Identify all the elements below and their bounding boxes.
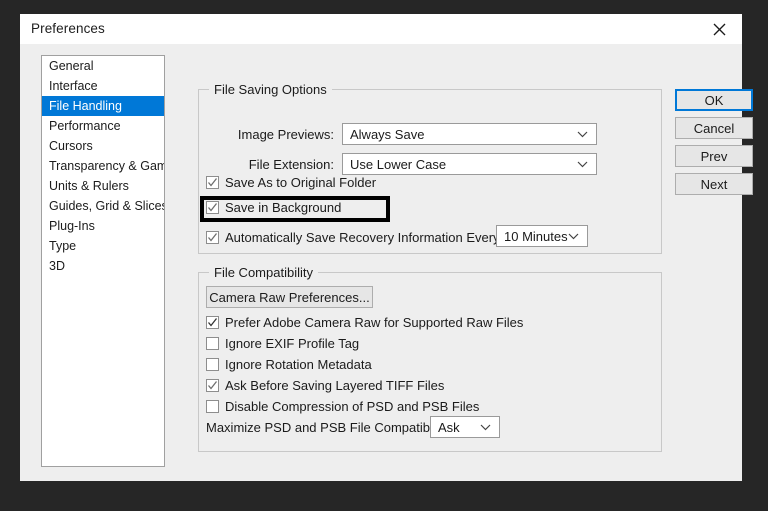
disable-compression-psd-psb-checkbox[interactable]: Disable Compression of PSD and PSB Files — [206, 399, 479, 414]
dialog-body: General Interface File Handling Performa… — [20, 44, 753, 481]
chevron-down-icon — [577, 154, 588, 174]
ignore-rotation-metadata-checkbox[interactable]: Ignore Rotation Metadata — [206, 357, 372, 372]
file-extension-label: File Extension: — [248, 156, 334, 172]
sidebar-item-cursors[interactable]: Cursors — [42, 136, 164, 156]
save-in-background-checkbox[interactable]: Save in Background — [206, 200, 341, 215]
close-icon[interactable] — [696, 14, 742, 44]
ask-before-saving-layered-tiff-checkbox[interactable]: Ask Before Saving Layered TIFF Files — [206, 378, 444, 393]
checkbox-checked-icon — [206, 316, 219, 329]
checkbox-checked-icon — [206, 201, 219, 214]
file-extension-dropdown[interactable]: Use Lower Case — [342, 153, 597, 175]
ask-before-saving-layered-tiff-label: Ask Before Saving Layered TIFF Files — [225, 378, 445, 393]
image-previews-dropdown[interactable]: Always Save — [342, 123, 597, 145]
image-previews-row: Image Previews: Always Save — [206, 123, 656, 145]
checkbox-unchecked-icon — [206, 358, 219, 371]
chevron-down-icon — [480, 417, 491, 437]
sidebar-item-performance[interactable]: Performance — [42, 116, 164, 136]
ignore-exif-profile-tag-checkbox[interactable]: Ignore EXIF Profile Tag — [206, 336, 359, 351]
maximize-compatibility-label: Maximize PSD and PSB File Compatibility: — [206, 420, 453, 435]
image-previews-value: Always Save — [350, 126, 425, 142]
prefer-adobe-camera-raw-checkbox[interactable]: Prefer Adobe Camera Raw for Supported Ra… — [206, 315, 523, 330]
auto-save-recovery-label: Automatically Save Recovery Information … — [225, 230, 504, 245]
screen: Preferences General Interface File Handl… — [0, 0, 768, 511]
sidebar-item-transparency-gamut[interactable]: Transparency & Gamut — [42, 156, 164, 176]
sidebar-item-interface[interactable]: Interface — [42, 76, 164, 96]
checkbox-checked-icon — [206, 176, 219, 189]
maximize-compatibility-row: Maximize PSD and PSB File Compatibility: — [206, 420, 452, 435]
save-as-original-folder-checkbox[interactable]: Save As to Original Folder — [206, 175, 376, 190]
sidebar-item-3d[interactable]: 3D — [42, 256, 164, 276]
checkbox-unchecked-icon — [206, 337, 219, 350]
next-button[interactable]: Next — [675, 173, 753, 195]
disable-compression-psd-psb-label: Disable Compression of PSD and PSB Files — [225, 399, 480, 414]
ok-button[interactable]: OK — [675, 89, 753, 111]
title-bar: Preferences — [20, 14, 742, 44]
prefer-adobe-camera-raw-label: Prefer Adobe Camera Raw for Supported Ra… — [225, 315, 524, 330]
file-saving-options-legend: File Saving Options — [209, 82, 332, 97]
cancel-button[interactable]: Cancel — [675, 117, 753, 139]
prev-button[interactable]: Prev — [675, 145, 753, 167]
sidebar-item-plug-ins[interactable]: Plug-Ins — [42, 216, 164, 236]
save-as-original-folder-label: Save As to Original Folder — [225, 175, 377, 190]
preferences-dialog: Preferences General Interface File Handl… — [20, 14, 753, 481]
checkbox-checked-icon — [206, 379, 219, 392]
ignore-exif-profile-tag-label: Ignore EXIF Profile Tag — [225, 336, 360, 351]
sidebar-item-guides-grid-slices[interactable]: Guides, Grid & Slices — [42, 196, 164, 216]
sidebar-item-file-handling[interactable]: File Handling — [42, 96, 164, 116]
save-in-background-label: Save in Background — [225, 200, 342, 215]
file-extension-value: Use Lower Case — [350, 156, 447, 172]
file-extension-row: File Extension: Use Lower Case — [206, 153, 656, 175]
chevron-down-icon — [577, 124, 588, 144]
camera-raw-preferences-button[interactable]: Camera Raw Preferences... — [206, 286, 373, 308]
auto-save-interval-dropdown[interactable]: 10 Minutes — [496, 225, 588, 247]
maximize-compatibility-value: Ask — [438, 419, 460, 435]
chevron-down-icon — [568, 226, 579, 246]
sidebar-item-type[interactable]: Type — [42, 236, 164, 256]
file-compatibility-legend: File Compatibility — [209, 265, 318, 280]
sidebar-item-units-rulers[interactable]: Units & Rulers — [42, 176, 164, 196]
auto-save-interval-value: 10 Minutes — [504, 228, 568, 244]
checkbox-checked-icon — [206, 231, 219, 244]
window-title: Preferences — [31, 21, 105, 36]
ignore-rotation-metadata-label: Ignore Rotation Metadata — [225, 357, 372, 372]
category-listbox[interactable]: General Interface File Handling Performa… — [41, 55, 165, 467]
checkbox-unchecked-icon — [206, 400, 219, 413]
image-previews-label: Image Previews: — [237, 126, 334, 142]
maximize-compatibility-dropdown[interactable]: Ask — [430, 416, 500, 438]
sidebar-item-general[interactable]: General — [42, 56, 164, 76]
auto-save-recovery-checkbox[interactable]: Automatically Save Recovery Information … — [206, 230, 503, 245]
